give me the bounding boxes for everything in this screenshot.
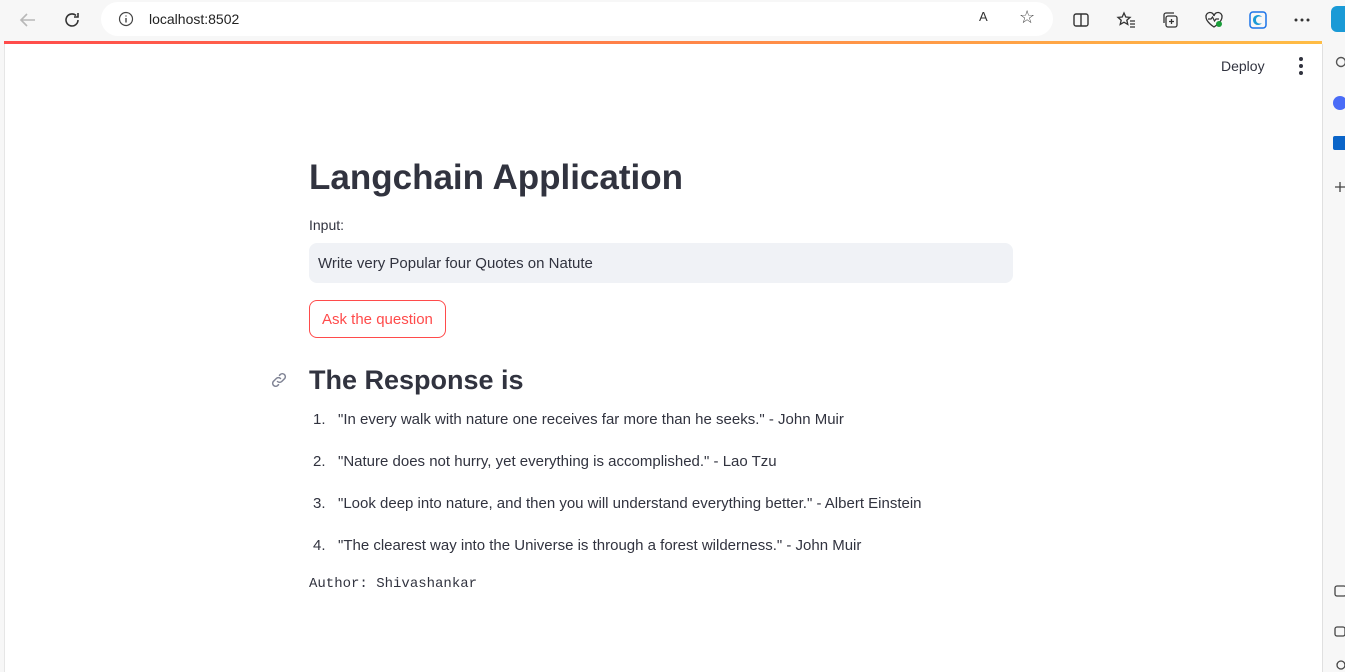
response-heading-row: The Response is	[271, 362, 1013, 398]
info-icon[interactable]	[118, 11, 134, 27]
url-text[interactable]: localhost:8502	[149, 11, 239, 27]
more-icon[interactable]	[1290, 8, 1314, 32]
split-screen-icon[interactable]	[1069, 8, 1093, 32]
search-icon[interactable]	[1333, 56, 1345, 70]
list-item-number: 2.	[313, 453, 326, 470]
ask-question-button[interactable]: Ask the question	[309, 300, 446, 338]
response-heading: The Response is	[309, 365, 524, 395]
outlook-icon[interactable]	[1333, 136, 1345, 150]
quotes-list: 1. "In every walk with nature one receive…	[309, 410, 1013, 556]
deploy-button[interactable]: Deploy	[1221, 55, 1265, 77]
address-bar[interactable]: localhost:8502 A ☆	[101, 2, 1053, 36]
question-input[interactable]	[309, 243, 1013, 283]
back-icon[interactable]	[16, 8, 40, 32]
list-item: 3. "Look deep into nature, and then you w…	[309, 494, 1013, 514]
read-aloud-icon[interactable]: A	[979, 9, 988, 24]
edge-sidebar	[1322, 44, 1345, 672]
collections-icon[interactable]	[1158, 8, 1182, 32]
link-icon[interactable]	[269, 370, 289, 390]
copilot-icon[interactable]	[1331, 6, 1345, 32]
share-icon[interactable]	[1333, 624, 1345, 638]
copilot-sidebar-icon[interactable]	[1333, 96, 1345, 110]
favorites-icon[interactable]	[1114, 8, 1138, 32]
reload-icon[interactable]	[60, 8, 84, 32]
list-item-number: 3.	[313, 495, 326, 512]
list-item-text: "In every walk with nature one receives …	[338, 411, 844, 428]
streamlit-page: Deploy Langchain Application Input: Ask …	[4, 44, 1322, 672]
star-icon[interactable]: ☆	[1019, 7, 1035, 28]
edge-icon[interactable]	[1246, 8, 1270, 32]
list-item: 2. "Nature does not hurry, yet everything…	[309, 452, 1013, 472]
list-item: 4. "The clearest way into the Universe is…	[309, 536, 1013, 556]
page-title: Langchain Application	[309, 158, 683, 197]
author-text: Author: Shivashankar	[309, 576, 478, 592]
list-item-number: 1.	[313, 411, 326, 428]
list-item-number: 4.	[313, 537, 326, 554]
list-item-text: "Nature does not hurry, yet everything i…	[338, 453, 777, 470]
list-item-text: "The clearest way into the Universe is t…	[338, 537, 862, 554]
main-menu-icon[interactable]	[1291, 56, 1311, 76]
list-item-text: "Look deep into nature, and then you wil…	[338, 495, 922, 512]
settings-icon[interactable]	[1333, 658, 1345, 672]
main-content: Langchain Application Input: Ask the que…	[271, 144, 1013, 592]
add-icon[interactable]	[1333, 180, 1345, 194]
browser-toolbar: localhost:8502 A ☆	[0, 0, 1345, 40]
sidebar-panel-icon[interactable]	[1333, 584, 1345, 598]
input-label: Input:	[309, 217, 345, 233]
list-item: 1. "In every walk with nature one receive…	[309, 410, 1013, 430]
heartbeat-icon[interactable]	[1202, 8, 1226, 32]
